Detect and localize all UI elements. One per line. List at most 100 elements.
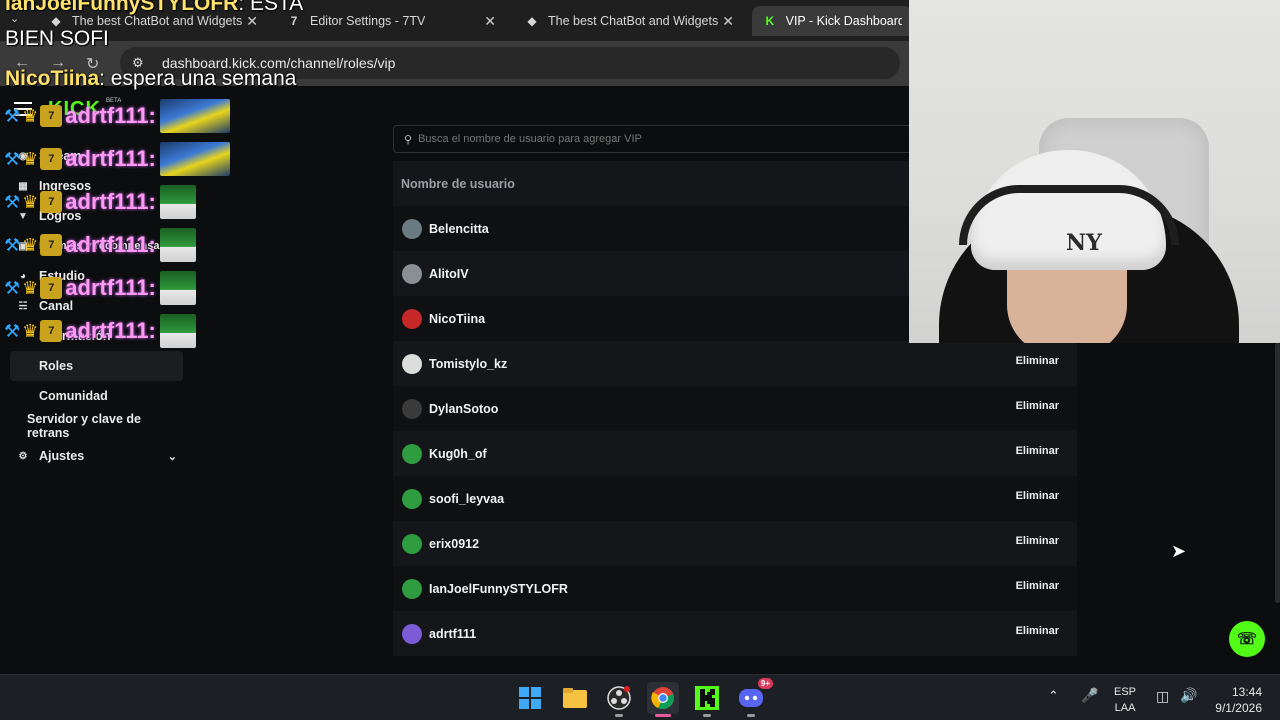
seventv-icon: 7 xyxy=(290,14,298,28)
seventv-badge-icon: 7 xyxy=(40,105,63,127)
moderator-wrench-icon: ⚒ xyxy=(4,234,21,255)
avatar xyxy=(402,578,422,599)
chat-spam-message: ⚒ ♛ 7 adrtf111: xyxy=(4,313,196,349)
crown-icon: ♛ xyxy=(22,320,39,341)
vip-username[interactable]: AlitoIV xyxy=(429,267,469,281)
volume-icon[interactable]: 🔊 xyxy=(1180,687,1197,704)
crown-icon: ♛ xyxy=(22,148,39,169)
vip-username[interactable]: DylanSotoo xyxy=(429,402,498,416)
seventv-badge-icon: 7 xyxy=(40,234,63,256)
notification-badge: 9+ xyxy=(757,678,773,689)
chat-emote xyxy=(159,142,230,176)
site-info-icon[interactable]: ⚙ xyxy=(132,55,148,71)
close-icon[interactable]: ✕ xyxy=(484,13,496,30)
vip-username[interactable]: erix0912 xyxy=(429,537,479,551)
search-icon: ⚲ xyxy=(404,133,413,146)
avatar xyxy=(402,398,422,419)
seventv-badge-icon: 7 xyxy=(40,277,63,299)
windows-taskbar: 9+ ⌃ 🎤 ESP LAA ◫ 🔊 13:44 9/1/2026 xyxy=(0,674,1280,720)
chat-username: adrtf111: xyxy=(65,146,156,171)
obs-icon[interactable] xyxy=(603,682,635,717)
remove-vip-button[interactable]: Eliminar xyxy=(1016,535,1059,547)
back-icon[interactable]: ← xyxy=(14,54,30,72)
sidebar-item-roles[interactable]: Roles xyxy=(10,351,183,381)
help-chat-button[interactable]: ☏ xyxy=(1229,621,1265,657)
vip-search-field[interactable]: ⚲ xyxy=(393,125,913,153)
browser-tab-1[interactable]: ◆ The best ChatBot and Widgets f ✕ xyxy=(38,6,268,36)
vip-username[interactable]: soofi_leyvaa xyxy=(429,492,504,506)
moderator-wrench-icon: ⚒ xyxy=(4,320,21,341)
chat-username: adrtf111: xyxy=(65,103,156,128)
tab-search-chevron-icon[interactable]: ⌄ xyxy=(10,12,19,25)
file-explorer-icon[interactable] xyxy=(559,682,591,714)
discord-icon[interactable]: 9+ xyxy=(735,678,773,717)
chat-emote xyxy=(159,314,196,348)
page-scrollbar[interactable] xyxy=(1275,343,1280,603)
browser-tab-3[interactable]: ◆ The best ChatBot and Widgets f ✕ xyxy=(514,6,744,36)
vip-username[interactable]: Tomistylo_kz xyxy=(429,357,507,371)
url-field[interactable]: ⚙ dashboard.kick.com/channel/roles/vip xyxy=(120,47,900,79)
browser-tab-active[interactable]: K VIP - Kick Dashboard xyxy=(752,6,912,36)
chat-emote xyxy=(159,185,196,219)
vip-table-row: erix0912 Eliminar xyxy=(393,521,1077,566)
remove-vip-button[interactable]: Eliminar xyxy=(1016,580,1059,592)
chrome-icon[interactable] xyxy=(647,682,679,717)
crown-icon: ♛ xyxy=(22,105,39,126)
moderator-wrench-icon: ⚒ xyxy=(4,191,21,212)
chat-username: adrtf111: xyxy=(65,232,156,257)
forward-icon[interactable]: → xyxy=(50,54,66,72)
network-icon[interactable]: ◫ xyxy=(1156,688,1169,705)
chevron-down-icon: ⌄ xyxy=(167,450,177,463)
headset-icon: ☏ xyxy=(1236,631,1257,648)
screen: ⌄ ◆ The best ChatBot and Widgets f ✕ 7 E… xyxy=(0,0,1280,720)
remove-vip-button[interactable]: Eliminar xyxy=(1016,445,1059,457)
chat-spam-message: ⚒ ♛ 7 adrtf111: xyxy=(4,184,196,220)
seventv-badge-icon: 7 xyxy=(40,320,63,342)
moderator-wrench-icon: ⚒ xyxy=(4,277,21,298)
browser-tab-bar: ⌄ ◆ The best ChatBot and Widgets f ✕ 7 E… xyxy=(0,0,912,41)
remove-vip-button[interactable]: Eliminar xyxy=(1016,625,1059,637)
avatar xyxy=(402,623,422,644)
avatar xyxy=(402,488,422,509)
chat-spam-message: ⚒ ♛ 7 adrtf111: xyxy=(4,270,196,306)
moderator-wrench-icon: ⚒ xyxy=(4,105,21,126)
vip-search-input[interactable] xyxy=(418,133,899,145)
url-text: dashboard.kick.com/channel/roles/vip xyxy=(162,55,396,71)
streamelements-icon: ◆ xyxy=(51,14,61,28)
remove-vip-button[interactable]: Eliminar xyxy=(1016,400,1059,412)
gear-icon: ⚙ xyxy=(18,450,28,462)
sidebar-item-comunidad[interactable]: Comunidad xyxy=(10,381,183,411)
system-clock[interactable]: 13:44 9/1/2026 xyxy=(1208,684,1262,716)
vip-username[interactable]: Kug0h_of xyxy=(429,447,487,461)
remove-vip-button[interactable]: Eliminar xyxy=(1016,355,1059,367)
kick-icon: K xyxy=(765,14,775,28)
close-icon[interactable]: ✕ xyxy=(246,13,258,30)
vip-username[interactable]: IanJoelFunnySTYLOFR xyxy=(429,582,568,596)
vip-table-row: Tomistylo_kz Eliminar xyxy=(393,341,1077,386)
chat-username: adrtf111: xyxy=(65,189,156,214)
avatar xyxy=(402,443,422,464)
sidebar-item-servidor[interactable]: Servidor y clave de retrans xyxy=(10,411,183,441)
browser-tab-2[interactable]: 7 Editor Settings - 7TV ✕ xyxy=(276,6,506,36)
headphones xyxy=(959,185,1179,245)
moderator-wrench-icon: ⚒ xyxy=(4,148,21,169)
avatar xyxy=(402,533,422,554)
input-language[interactable]: ESP LAA xyxy=(1114,684,1136,716)
vip-username[interactable]: adrtf111 xyxy=(429,627,476,641)
kick-icon[interactable] xyxy=(691,682,723,717)
close-icon[interactable]: ✕ xyxy=(722,13,734,30)
chat-spam-message: ⚒ ♛ 7 adrtf111: xyxy=(4,141,230,177)
windows-start-icon[interactable] xyxy=(514,682,546,714)
chat-emote xyxy=(159,228,196,262)
vip-username[interactable]: Belencitta xyxy=(429,222,489,236)
sidebar-item-ajustes[interactable]: ⚙ Ajustes ⌄ xyxy=(10,441,183,471)
vip-table-row: DylanSotoo Eliminar xyxy=(393,386,1077,431)
tray-expand-icon[interactable]: ⌃ xyxy=(1048,688,1059,704)
remove-vip-button[interactable]: Eliminar xyxy=(1016,490,1059,502)
microphone-icon[interactable]: 🎤 xyxy=(1081,687,1098,704)
vip-username[interactable]: NicoTiina xyxy=(429,312,485,326)
vip-table-row: Kug0h_of Eliminar xyxy=(393,431,1077,476)
avatar xyxy=(402,353,422,374)
reload-icon[interactable]: ↻ xyxy=(86,54,99,74)
chat-spam-message: ⚒ ♛ 7 adrtf111: xyxy=(4,98,230,134)
